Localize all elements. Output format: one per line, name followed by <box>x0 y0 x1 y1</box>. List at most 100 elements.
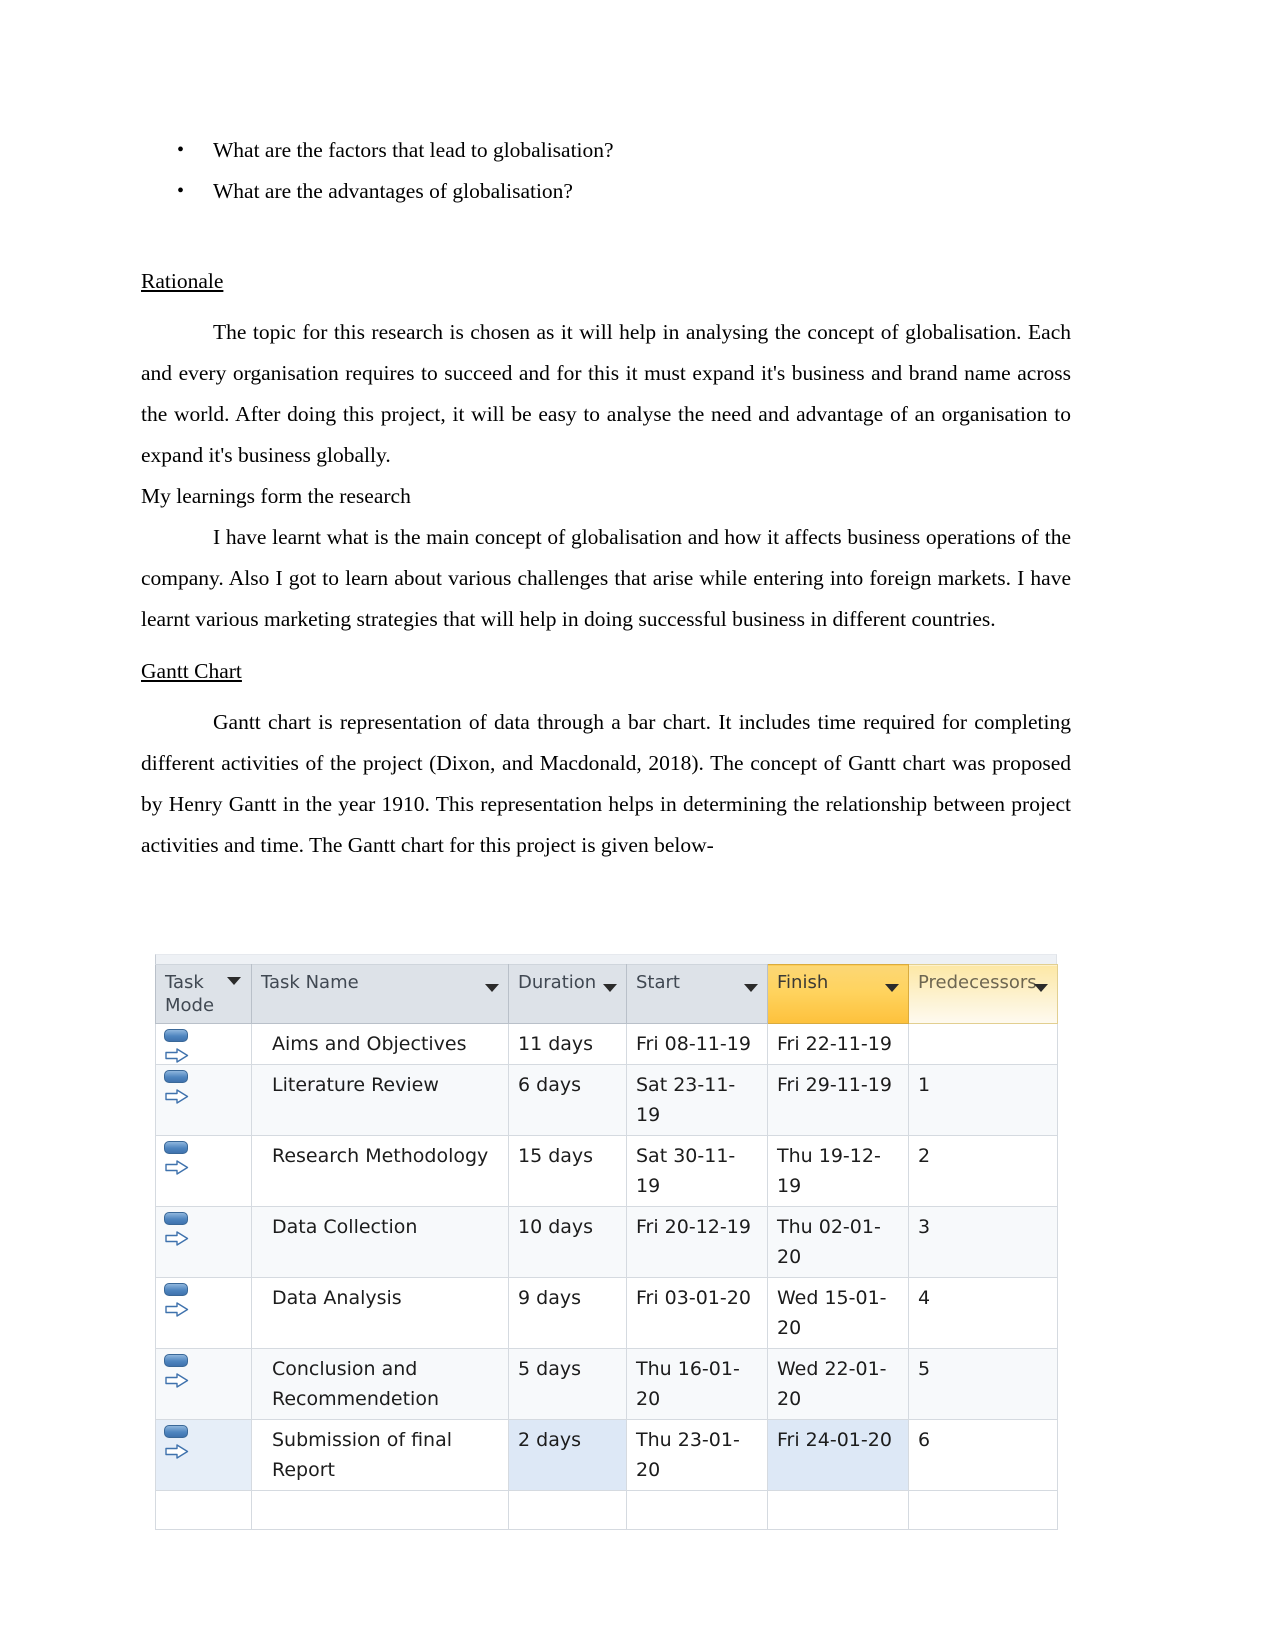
table-row[interactable]: Conclusion and Recommendetion 5 days Thu 1… <box>155 1348 1058 1420</box>
cell-task-mode[interactable] <box>155 1206 252 1278</box>
cell-start[interactable]: Thu 23-01-20 <box>626 1419 768 1491</box>
cell-task-mode[interactable] <box>155 1277 252 1349</box>
cell-finish[interactable]: Thu 19-12-19 <box>767 1135 909 1207</box>
table-header: Task Mode Task Name Duration Start Finis… <box>155 964 1058 1024</box>
cell-start[interactable]: Sat 23-11-19 <box>626 1064 768 1136</box>
cell-finish[interactable]: Fri 22-11-19 <box>767 1023 909 1065</box>
table-top-strip <box>155 954 1057 964</box>
list-item: • What are the factors that lead to glob… <box>141 130 1071 171</box>
cell-task-mode[interactable] <box>155 1348 252 1420</box>
cell-duration[interactable]: 10 days <box>508 1206 627 1278</box>
chevron-down-icon[interactable] <box>744 984 758 992</box>
auto-scheduled-icon <box>162 1353 196 1388</box>
cell-duration[interactable]: 2 days <box>508 1419 627 1491</box>
cell-task-mode[interactable] <box>155 1135 252 1207</box>
cell-predecessors <box>908 1490 1058 1530</box>
cell-task-name <box>251 1490 509 1530</box>
column-header-predecessors[interactable]: Predecessors <box>908 964 1058 1024</box>
cell-start <box>626 1490 768 1530</box>
table-row[interactable]: Literature Review 6 days Sat 23-11-19 Fri 2… <box>155 1064 1058 1136</box>
column-header-task-name[interactable]: Task Name <box>251 964 509 1024</box>
cell-start[interactable]: Fri 08-11-19 <box>626 1023 768 1065</box>
column-header-task-mode-line2: Mode <box>165 995 215 1016</box>
column-header-task-mode-line1: Task <box>165 972 204 993</box>
auto-scheduled-icon <box>162 1211 196 1246</box>
document-body: • What are the factors that lead to glob… <box>141 130 1071 866</box>
chevron-down-icon[interactable] <box>1034 984 1048 992</box>
cell-duration[interactable]: 5 days <box>508 1348 627 1420</box>
table-row[interactable]: Submission of final Report 2 days Thu 23-0… <box>155 1419 1058 1491</box>
rationale-heading-row: Rationale <box>141 264 1071 298</box>
cell-predecessors[interactable]: 3 <box>908 1206 1058 1278</box>
cell-finish[interactable]: Thu 02-01-20 <box>767 1206 909 1278</box>
table-body: Aims and Objectives 11 days Fri 08-11-19 Fr… <box>155 1023 1058 1530</box>
chevron-down-icon[interactable] <box>227 977 241 985</box>
cell-task-name[interactable]: Aims and Objectives <box>251 1023 509 1065</box>
cell-predecessors[interactable]: 2 <box>908 1135 1058 1207</box>
cell-duration[interactable]: 15 days <box>508 1135 627 1207</box>
research-questions-list: • What are the factors that lead to glob… <box>141 130 1071 212</box>
cell-duration[interactable]: 11 days <box>508 1023 627 1065</box>
cell-task-mode[interactable] <box>155 1023 252 1065</box>
cell-finish[interactable]: Wed 22-01-20 <box>767 1348 909 1420</box>
table-header-row: Task Mode Task Name Duration Start Finis… <box>155 964 1058 1024</box>
column-header-start[interactable]: Start <box>626 964 768 1024</box>
cell-finish <box>767 1490 909 1530</box>
cell-task-name[interactable]: Submission of final Report <box>251 1419 509 1491</box>
table-row[interactable]: Data Collection 10 days Fri 20-12-19 Thu 02… <box>155 1206 1058 1278</box>
cell-start[interactable]: Fri 20-12-19 <box>626 1206 768 1278</box>
cell-task-mode[interactable] <box>155 1064 252 1136</box>
auto-scheduled-icon <box>162 1282 196 1317</box>
auto-scheduled-icon <box>162 1069 196 1104</box>
list-item-label: What are the advantages of globalisation… <box>213 179 573 203</box>
cell-duration[interactable]: 9 days <box>508 1277 627 1349</box>
project-task-table: Task Mode Task Name Duration Start Finis… <box>155 964 1058 1530</box>
column-header-duration[interactable]: Duration <box>508 964 627 1024</box>
cell-predecessors[interactable]: 4 <box>908 1277 1058 1349</box>
cell-finish[interactable]: Fri 29-11-19 <box>767 1064 909 1136</box>
gantt-paragraph: Gantt chart is representation of data th… <box>141 710 1071 857</box>
chevron-down-icon[interactable] <box>885 984 899 992</box>
cell-finish[interactable]: Wed 15-01-20 <box>767 1277 909 1349</box>
learnings-paragraph: I have learnt what is the main concept o… <box>141 525 1071 631</box>
auto-scheduled-icon <box>162 1140 196 1175</box>
cell-start[interactable]: Thu 16-01-20 <box>626 1348 768 1420</box>
gantt-chart-table: Task Mode Task Name Duration Start Finis… <box>155 954 1058 1530</box>
auto-scheduled-icon <box>162 1028 196 1063</box>
list-item-label: What are the factors that lead to global… <box>213 138 614 162</box>
cell-task-mode[interactable] <box>155 1419 252 1491</box>
learnings-subheading: My learnings form the research <box>141 484 411 508</box>
cell-predecessors[interactable]: 1 <box>908 1064 1058 1136</box>
cell-predecessors[interactable]: 5 <box>908 1348 1058 1420</box>
table-row[interactable]: Aims and Objectives 11 days Fri 08-11-19 Fr… <box>155 1023 1058 1065</box>
table-row[interactable]: Research Methodology 15 days Sat 30-11-19 T… <box>155 1135 1058 1207</box>
section-heading-gantt-chart: Gantt Chart <box>141 659 242 683</box>
table-row-partial <box>155 1490 1058 1530</box>
cell-duration[interactable]: 6 days <box>508 1064 627 1136</box>
cell-predecessors[interactable] <box>908 1023 1058 1065</box>
column-header-finish[interactable]: Finish <box>767 964 909 1024</box>
cell-task-mode <box>155 1490 252 1530</box>
cell-finish[interactable]: Fri 24-01-20 <box>767 1419 909 1491</box>
cell-predecessors[interactable]: 6 <box>908 1419 1058 1491</box>
column-header-start-label: Start <box>636 972 680 993</box>
cell-start[interactable]: Sat 30-11-19 <box>626 1135 768 1207</box>
cell-task-name[interactable]: Literature Review <box>251 1064 509 1136</box>
bullet-icon: • <box>177 180 185 202</box>
gantt-heading-row: Gantt Chart <box>141 654 1071 688</box>
auto-scheduled-icon <box>162 1424 196 1459</box>
column-header-task-name-label: Task Name <box>261 972 359 993</box>
cell-task-name[interactable]: Data Collection <box>251 1206 509 1278</box>
cell-task-name[interactable]: Conclusion and Recommendetion <box>251 1348 509 1420</box>
column-header-predecessors-label: Predecessors <box>918 972 1037 993</box>
cell-task-name[interactable]: Data Analysis <box>251 1277 509 1349</box>
cell-task-name[interactable]: Research Methodology <box>251 1135 509 1207</box>
bullet-icon: • <box>177 139 185 161</box>
column-header-task-mode[interactable]: Task Mode <box>155 964 252 1024</box>
table-row[interactable]: Data Analysis 9 days Fri 03-01-20 Wed 15-01… <box>155 1277 1058 1349</box>
cell-start[interactable]: Fri 03-01-20 <box>626 1277 768 1349</box>
chevron-down-icon[interactable] <box>603 984 617 992</box>
list-item: • What are the advantages of globalisati… <box>141 171 1071 212</box>
chevron-down-icon[interactable] <box>485 984 499 992</box>
cell-duration <box>508 1490 627 1530</box>
